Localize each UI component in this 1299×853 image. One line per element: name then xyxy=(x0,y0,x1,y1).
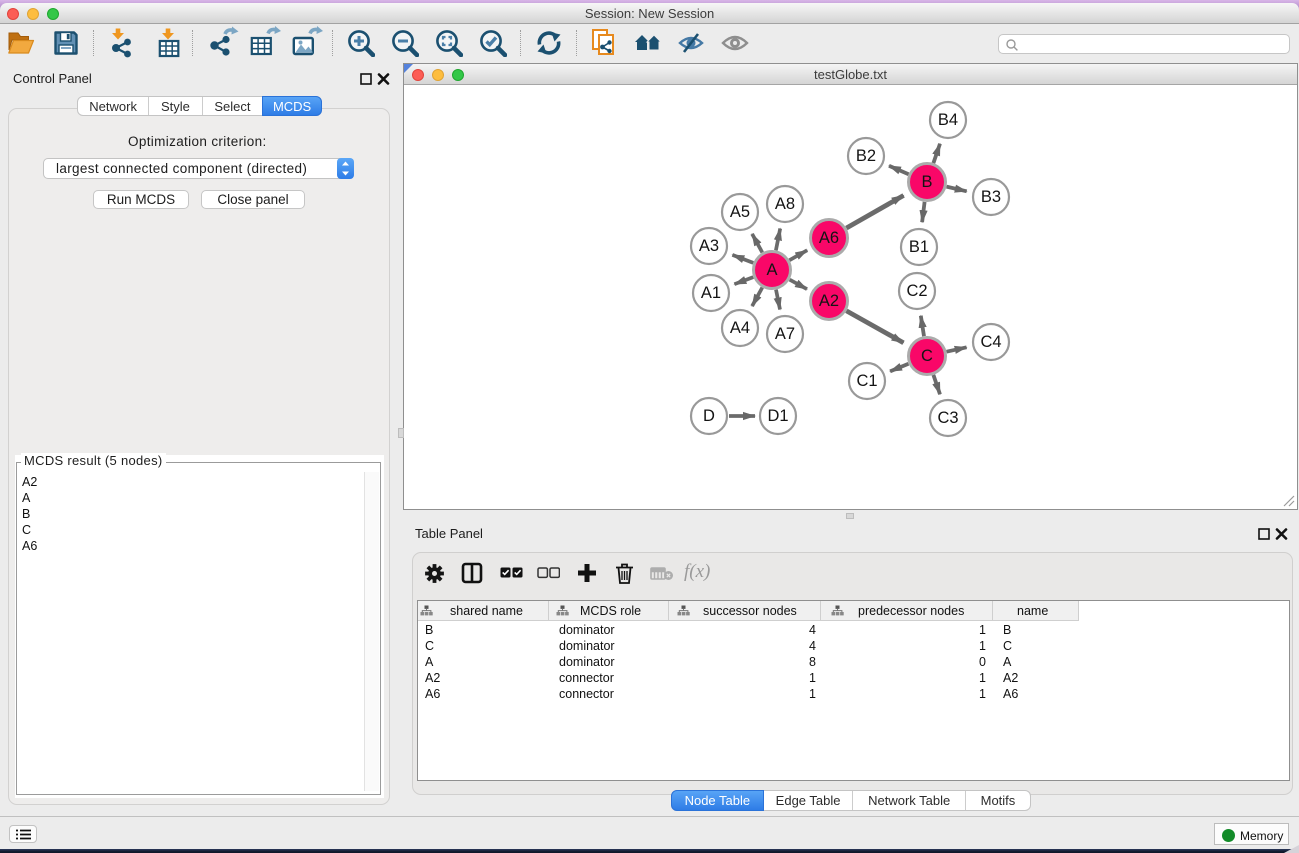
svg-text:C1: C1 xyxy=(856,372,877,390)
svg-text:B4: B4 xyxy=(938,111,958,129)
svg-text:A2: A2 xyxy=(819,292,839,310)
svg-text:A5: A5 xyxy=(730,203,750,221)
svg-text:A3: A3 xyxy=(699,237,719,255)
svg-text:C3: C3 xyxy=(937,409,958,427)
svg-text:B1: B1 xyxy=(909,238,929,256)
svg-text:B: B xyxy=(921,173,932,191)
svg-text:D1: D1 xyxy=(767,407,788,425)
svg-text:C2: C2 xyxy=(906,282,927,300)
svg-text:A: A xyxy=(766,261,777,279)
svg-text:A6: A6 xyxy=(819,229,839,247)
svg-text:C: C xyxy=(921,347,933,365)
svg-text:B2: B2 xyxy=(856,147,876,165)
svg-text:D: D xyxy=(703,407,715,425)
svg-text:A4: A4 xyxy=(730,319,750,337)
svg-text:B3: B3 xyxy=(981,188,1001,206)
svg-text:A1: A1 xyxy=(701,284,721,302)
svg-text:A7: A7 xyxy=(775,325,795,343)
svg-text:A8: A8 xyxy=(775,195,795,213)
svg-text:C4: C4 xyxy=(980,333,1001,351)
